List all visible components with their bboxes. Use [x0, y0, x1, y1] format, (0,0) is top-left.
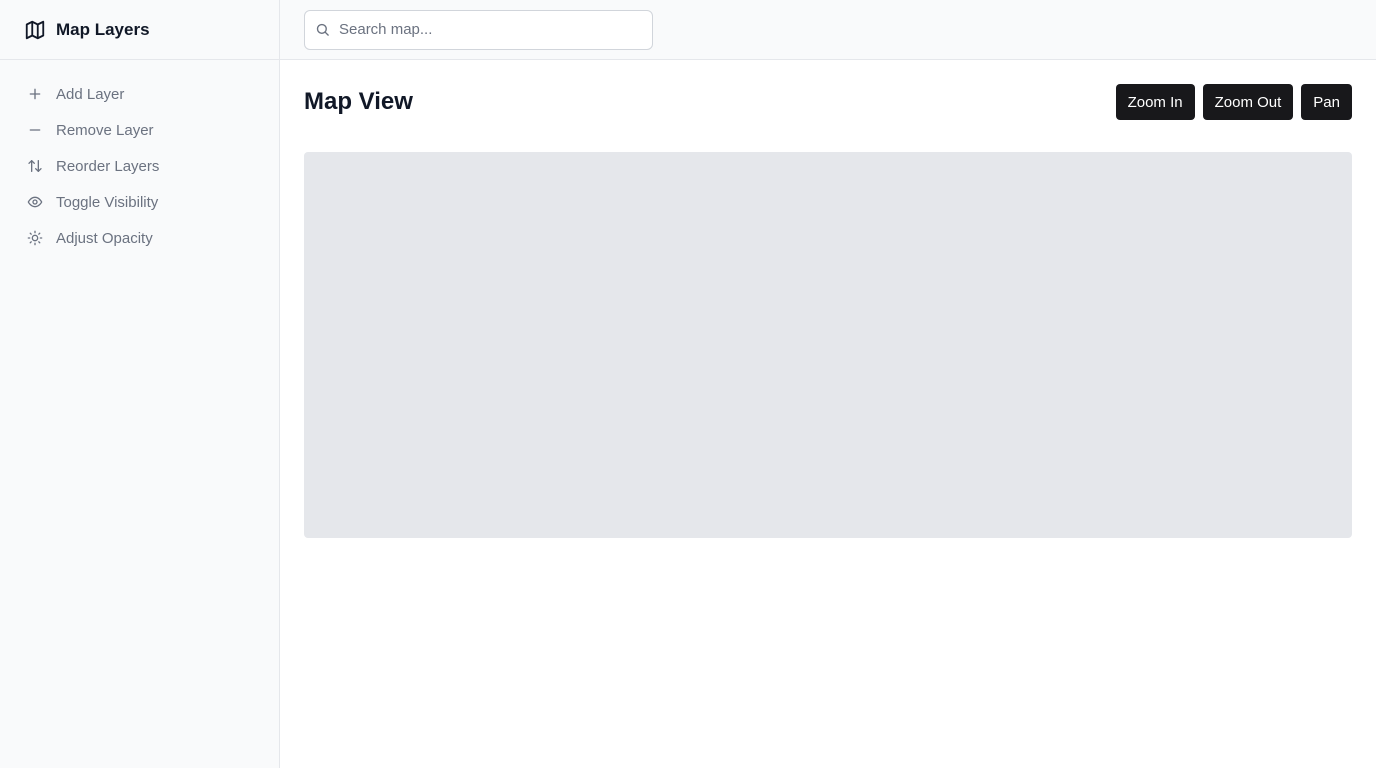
sidebar-item-toggle-visibility[interactable]: Toggle Visibility: [0, 184, 279, 220]
reorder-arrows-icon: [26, 157, 44, 175]
content-header: Map View Zoom In Zoom Out Pan: [304, 84, 1352, 120]
sidebar-item-adjust-opacity[interactable]: Adjust Opacity: [0, 220, 279, 256]
sun-icon: [26, 229, 44, 247]
zoom-in-button[interactable]: Zoom In: [1115, 84, 1195, 120]
sidebar-item-reorder-layers[interactable]: Reorder Layers: [0, 148, 279, 184]
sidebar-item-label: Adjust Opacity: [56, 229, 153, 247]
eye-icon: [26, 193, 44, 211]
sidebar-item-label: Remove Layer: [56, 121, 154, 139]
plus-icon: [26, 85, 44, 103]
map-icon: [24, 19, 46, 41]
page-title: Map View: [304, 88, 413, 115]
main-area: Map View Zoom In Zoom Out Pan: [280, 0, 1376, 768]
content: Map View Zoom In Zoom Out Pan: [280, 60, 1376, 562]
search-box[interactable]: [304, 9, 653, 50]
app-title: Map Layers: [56, 19, 150, 39]
sidebar-header: Map Layers: [0, 0, 279, 60]
topbar: [280, 0, 1376, 60]
minus-icon: [26, 121, 44, 139]
sidebar-item-label: Toggle Visibility: [56, 193, 159, 211]
search-icon: [315, 22, 331, 38]
sidebar-item-remove-layer[interactable]: Remove Layer: [0, 112, 279, 148]
pan-button[interactable]: Pan: [1301, 84, 1352, 120]
sidebar-item-label: Add Layer: [56, 85, 125, 103]
sidebar-item-label: Reorder Layers: [56, 157, 160, 175]
sidebar: Map Layers Add Layer Remove Layer Reorde…: [0, 0, 280, 768]
sidebar-item-add-layer[interactable]: Add Layer: [0, 76, 279, 112]
app-root: Map Layers Add Layer Remove Layer Reorde…: [0, 0, 1376, 768]
sidebar-nav: Add Layer Remove Layer Reorder Layers To…: [0, 60, 279, 256]
search-input[interactable]: [339, 10, 642, 49]
map-canvas[interactable]: [304, 152, 1352, 538]
map-toolbar: Zoom In Zoom Out Pan: [1115, 84, 1352, 120]
zoom-out-button[interactable]: Zoom Out: [1202, 84, 1294, 120]
